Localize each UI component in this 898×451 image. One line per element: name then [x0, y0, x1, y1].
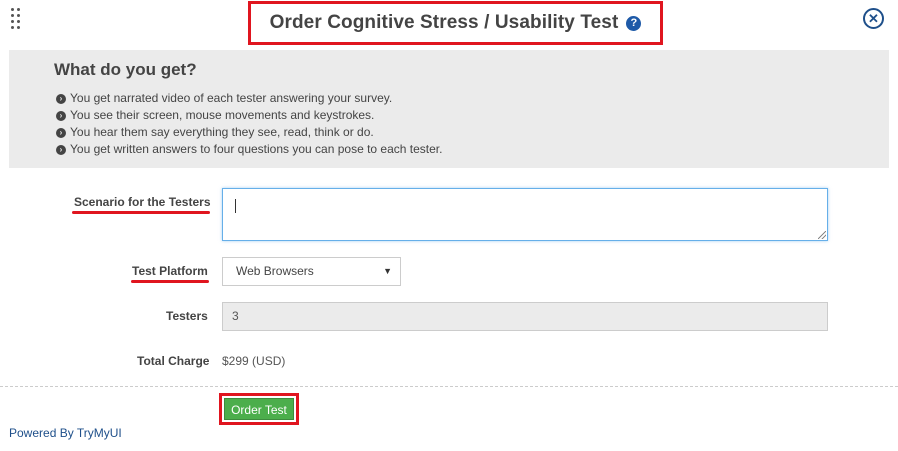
arrow-circle-right-icon: › [56, 144, 66, 155]
scenario-textarea[interactable] [222, 188, 828, 241]
list-item: › You see their screen, mouse movements a… [56, 107, 442, 124]
scenario-label-underline [72, 211, 210, 214]
testers-label: Testers [166, 309, 208, 323]
platform-label-underline [131, 280, 209, 283]
platform-label: Test Platform [132, 264, 208, 278]
charge-label: Total Charge [137, 354, 210, 368]
text-cursor [235, 199, 236, 213]
testers-field: 3 [222, 302, 828, 331]
drag-handle-icon[interactable] [11, 8, 25, 29]
close-icon[interactable]: ✕ [863, 8, 884, 29]
question-circle-icon[interactable]: ? [626, 15, 642, 31]
order-button-highlight: Order Test [219, 393, 299, 425]
charge-value: $299 (USD) [222, 354, 286, 368]
dropdown-arrow-icon: ▼ [383, 266, 392, 276]
list-item: › You hear them say everything they see, … [56, 124, 442, 141]
resize-grip-icon[interactable] [818, 231, 826, 239]
arrow-circle-right-icon: › [56, 127, 66, 138]
dialog-title-box: Order Cognitive Stress / Usability Test … [248, 1, 663, 45]
info-list: › You get narrated video of each tester a… [56, 90, 442, 158]
arrow-circle-right-icon: › [56, 93, 66, 104]
info-heading: What do you get? [54, 60, 197, 79]
dialog-title: Order Cognitive Stress / Usability Test [269, 12, 619, 33]
arrow-circle-right-icon: › [56, 110, 66, 121]
list-item: › You get narrated video of each tester a… [56, 90, 442, 107]
list-item: › You get written answers to four questio… [56, 141, 442, 158]
platform-select-value: Web Browsers [236, 264, 314, 278]
scenario-label: Scenario for the Testers [74, 195, 211, 209]
platform-select[interactable]: Web Browsers ▼ [222, 257, 401, 286]
order-test-button[interactable]: Order Test [224, 398, 294, 420]
info-panel: What do you get? › You get narrated video… [9, 50, 889, 168]
divider [0, 386, 898, 387]
powered-by-link[interactable]: Powered By TryMyUI [9, 426, 122, 440]
